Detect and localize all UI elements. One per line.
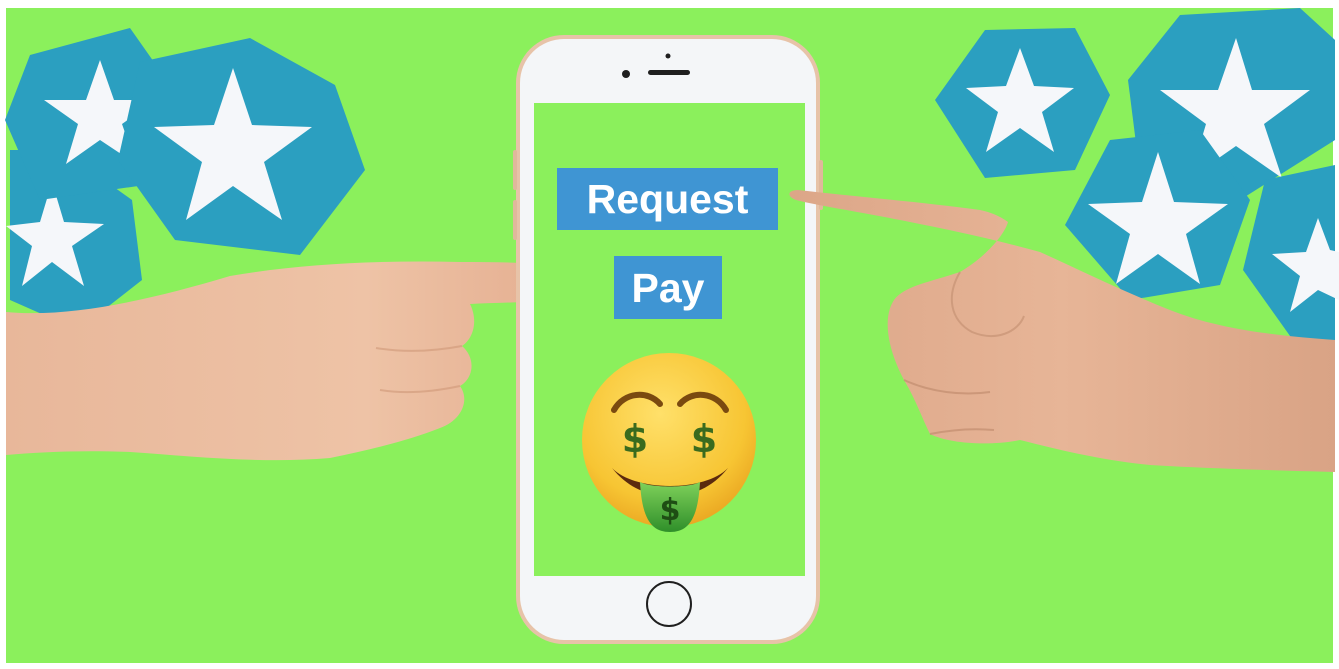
svg-text:$: $ xyxy=(660,493,681,528)
svg-text:$: $ xyxy=(622,417,648,461)
front-sensor xyxy=(665,53,671,59)
scene: $ $ $ Request Pay xyxy=(0,0,1339,669)
phone: $ $ $ xyxy=(513,35,823,644)
earpiece-speaker xyxy=(648,70,690,75)
phone-side-button xyxy=(513,200,517,240)
illustration: $ $ $ xyxy=(0,0,1339,669)
front-camera xyxy=(622,70,630,78)
request-button[interactable]: Request xyxy=(557,168,778,230)
svg-text:$: $ xyxy=(691,417,717,461)
phone-side-button xyxy=(513,150,517,190)
pay-button[interactable]: Pay xyxy=(614,256,722,319)
